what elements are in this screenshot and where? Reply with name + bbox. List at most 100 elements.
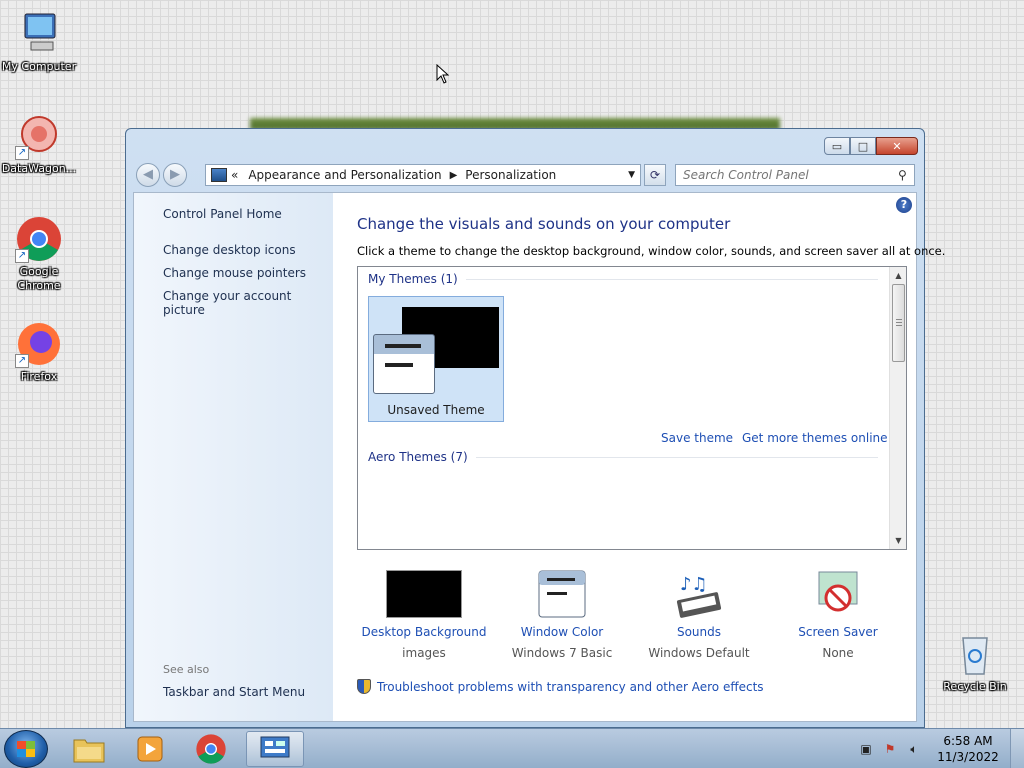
start-button[interactable] — [4, 730, 48, 768]
taskbar-chrome-button[interactable] — [182, 731, 240, 767]
forward-button[interactable]: ▶ — [163, 163, 187, 187]
scroll-thumb[interactable] — [892, 284, 905, 362]
taskbar: ▣ ⚑ 🔈︎ 6:58 AM 11/3/2022 — [0, 728, 1024, 768]
page-title: Change the visuals and sounds on your co… — [357, 215, 731, 233]
taskbar-explorer-button[interactable] — [60, 731, 118, 767]
my-themes-header: My Themes (1) — [368, 272, 458, 286]
desktop-background-item[interactable]: Desktop Background images — [356, 570, 492, 660]
scroll-up-icon[interactable]: ▲ — [890, 267, 907, 284]
save-theme-link[interactable]: Save theme — [661, 431, 733, 445]
window-color-item[interactable]: Window Color Windows 7 Basic — [494, 570, 630, 660]
window-client-area: Control Panel Home Change desktop icons … — [133, 192, 945, 722]
folder-icon — [73, 739, 105, 763]
taskbar-media-player-button[interactable] — [121, 731, 179, 767]
desktop-icon-label: Firefox — [20, 370, 58, 383]
volume-icon[interactable]: 🔈︎ — [906, 741, 922, 757]
desktop-icon-datawagon[interactable]: ↗ DataWagon... — [0, 112, 78, 176]
screen-saver-title: Screen Saver — [798, 625, 878, 639]
taskbar-control-panel-button[interactable] — [246, 731, 304, 767]
change-account-picture-link[interactable]: Change your account picture — [163, 289, 333, 317]
windows-logo-icon — [17, 741, 35, 757]
desktop-icon-chrome[interactable]: ↗ Google Chrome — [0, 215, 78, 293]
control-panel-icon — [260, 736, 290, 758]
search-box: ⚲ — [675, 164, 915, 186]
navigation-bar: ◀ ▶ « Appearance and Personalization ▶ P… — [134, 162, 916, 188]
shortcut-arrow-icon: ↗ — [15, 249, 29, 263]
refresh-button[interactable]: ⟳ — [644, 164, 666, 186]
chrome-icon — [196, 734, 226, 764]
show-desktop-button[interactable] — [1010, 729, 1024, 768]
breadcrumb-separator-icon[interactable]: ▶ — [450, 170, 458, 181]
action-center-flag-icon[interactable]: ⚑ — [882, 741, 898, 757]
page-description: Click a theme to change the desktop back… — [357, 244, 946, 258]
recycle-bin-icon — [951, 630, 999, 678]
breadcrumb-overflow[interactable]: « — [231, 168, 238, 182]
sounds-item[interactable]: ♪♫ Sounds Windows Default — [631, 570, 767, 660]
search-icon[interactable]: ⚲ — [898, 168, 914, 182]
media-player-icon — [137, 736, 163, 762]
desktop-icon-label: My Computer — [1, 60, 77, 73]
my-themes-group[interactable]: My Themes (1) — [368, 272, 878, 286]
screen-saver-value: None — [822, 646, 854, 660]
themes-scrollbar[interactable]: ▲ ▼ — [889, 267, 906, 549]
desktop-icon-label: Google Chrome — [17, 265, 61, 292]
shortcut-arrow-icon: ↗ — [15, 146, 29, 160]
breadcrumb-appearance[interactable]: Appearance and Personalization — [248, 168, 441, 182]
window-color-icon — [537, 570, 587, 620]
desktop-background-title: Desktop Background — [361, 625, 487, 639]
clock-date: 11/3/2022 — [937, 750, 999, 764]
personalization-window: ▭ □ ✕ ◀ ▶ « Appearance and Personalizati… — [125, 128, 945, 728]
desktop-icon-label: Recycle Bin — [943, 680, 1007, 693]
maximize-button[interactable]: □ — [850, 137, 876, 155]
theme-name: Unsaved Theme — [387, 403, 485, 417]
change-desktop-icons-link[interactable]: Change desktop icons — [163, 243, 296, 257]
main-content: ? Change the visuals and sounds on your … — [333, 193, 945, 721]
sounds-value: Windows Default — [648, 646, 750, 660]
clock-time: 6:58 AM — [943, 734, 993, 748]
aero-themes-header: Aero Themes (7) — [368, 450, 468, 464]
address-dropdown-icon[interactable]: ▼ — [628, 170, 635, 180]
search-input[interactable] — [676, 168, 898, 182]
computer-icon — [15, 10, 63, 58]
troubleshoot-link[interactable]: Troubleshoot problems with transparency … — [357, 679, 764, 694]
theme-tile-unsaved[interactable]: Unsaved Theme — [368, 296, 504, 422]
aero-themes-group[interactable]: Aero Themes (7) — [368, 450, 878, 464]
back-button[interactable]: ◀ — [136, 163, 160, 187]
troubleshoot-label: Troubleshoot problems with transparency … — [377, 679, 764, 694]
firefox-icon: ↗ — [15, 320, 63, 368]
minimize-button[interactable]: ▭ — [824, 137, 850, 155]
see-also-label: See also — [163, 663, 210, 676]
screen-saver-item[interactable]: Screen Saver None — [770, 570, 906, 660]
shortcut-arrow-icon: ↗ — [15, 354, 29, 368]
change-mouse-pointers-link[interactable]: Change mouse pointers — [163, 266, 306, 280]
sounds-title: Sounds — [676, 625, 722, 639]
taskbar-start-menu-link[interactable]: Taskbar and Start Menu — [163, 685, 305, 699]
network-icon[interactable]: ▣ — [858, 741, 874, 757]
clock[interactable]: 6:58 AM 11/3/2022 — [926, 733, 1010, 765]
breadcrumb-personalization[interactable]: Personalization — [465, 168, 556, 182]
help-icon[interactable]: ? — [896, 197, 912, 213]
theme-window-preview-icon — [373, 334, 435, 394]
chrome-icon: ↗ — [15, 215, 63, 263]
system-tray: ▣ ⚑ 🔈︎ 6:58 AM 11/3/2022 — [854, 729, 1024, 768]
sounds-icon: ♪♫ — [674, 570, 724, 620]
desktop-icon-firefox[interactable]: ↗ Firefox — [0, 320, 78, 384]
group-divider — [475, 456, 878, 458]
close-button[interactable]: ✕ — [876, 137, 918, 155]
address-bar[interactable]: « Appearance and Personalization ▶ Perso… — [205, 164, 641, 186]
uac-shield-icon — [357, 679, 371, 694]
desktop-icon-my-computer[interactable]: My Computer — [0, 10, 78, 74]
get-more-themes-link[interactable]: Get more themes online — [742, 431, 888, 445]
control-panel-home-link[interactable]: Control Panel Home — [163, 207, 282, 221]
datawagon-icon: ↗ — [15, 112, 63, 160]
control-panel-icon — [211, 168, 227, 182]
window-color-title: Window Color — [520, 625, 604, 639]
themes-list: My Themes (1) Unsaved Theme Save theme G… — [357, 266, 907, 550]
mouse-cursor-icon — [436, 64, 450, 84]
window-color-value: Windows 7 Basic — [511, 646, 613, 660]
desktop-background-value: images — [402, 646, 446, 660]
desktop-background-icon — [386, 570, 462, 620]
group-divider — [465, 278, 878, 280]
desktop-icon-recycle-bin[interactable]: Recycle Bin — [936, 630, 1014, 694]
scroll-down-icon[interactable]: ▼ — [890, 532, 907, 549]
